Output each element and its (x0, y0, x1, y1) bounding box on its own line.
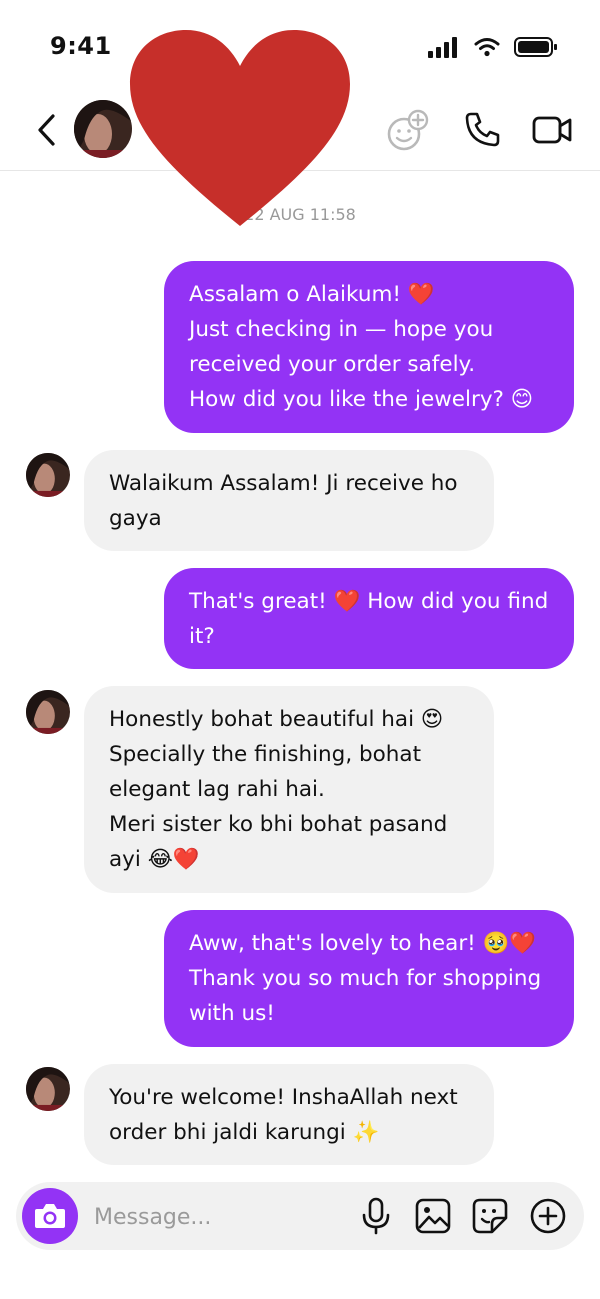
avatar-photo (26, 453, 70, 497)
video-camera-icon (532, 116, 572, 144)
image-icon (415, 1198, 451, 1234)
add-friend-button[interactable] (386, 108, 430, 152)
outgoing-message[interactable]: That's great! ❤️ How did you find it? (164, 568, 574, 669)
message-input[interactable] (92, 1196, 346, 1238)
camera-icon (35, 1204, 65, 1228)
contact-avatar[interactable] (74, 100, 132, 158)
outgoing-message[interactable]: Assalam o Alaikum! ❤️ Just checking in —… (164, 261, 574, 433)
status-time: 9:41 (50, 32, 112, 60)
incoming-message[interactable]: Honestly bohat beautiful hai 😍 Specially… (84, 686, 494, 893)
microphone-icon (362, 1197, 390, 1235)
outgoing-message[interactable]: Aww, that's lovely to hear! 🥹❤️ Thank yo… (164, 910, 574, 1047)
signal-icon (428, 37, 457, 58)
call-button[interactable] (460, 108, 504, 152)
incoming-message[interactable]: Walaikum Assalam! Ji receive ho gaya (84, 450, 494, 551)
status-icons (428, 36, 558, 58)
heart-sticker (130, 30, 350, 226)
back-button[interactable] (28, 110, 64, 150)
avatar-photo (74, 100, 132, 158)
contact-avatar-small (26, 453, 70, 497)
battery-icon (514, 37, 557, 57)
gallery-button[interactable] (413, 1196, 453, 1236)
video-call-button[interactable] (530, 108, 574, 152)
camera-button[interactable] (22, 1188, 78, 1244)
phone-icon (465, 112, 500, 147)
more-button[interactable] (528, 1196, 568, 1236)
voice-button[interactable] (356, 1196, 396, 1236)
message-composer (16, 1182, 584, 1250)
contact-avatar-small (26, 690, 70, 734)
avatar-photo (26, 1067, 70, 1111)
plus-circle-icon (530, 1198, 566, 1234)
sticker-icon (472, 1198, 508, 1234)
incoming-message[interactable]: You're welcome! InshaAllah next order bh… (84, 1064, 494, 1165)
contact-avatar-small (26, 1067, 70, 1111)
chevron-left-icon (38, 114, 55, 146)
sticker-button[interactable] (470, 1196, 510, 1236)
wifi-icon (474, 38, 500, 57)
avatar-photo (26, 690, 70, 734)
add-emoji-icon (387, 109, 429, 151)
